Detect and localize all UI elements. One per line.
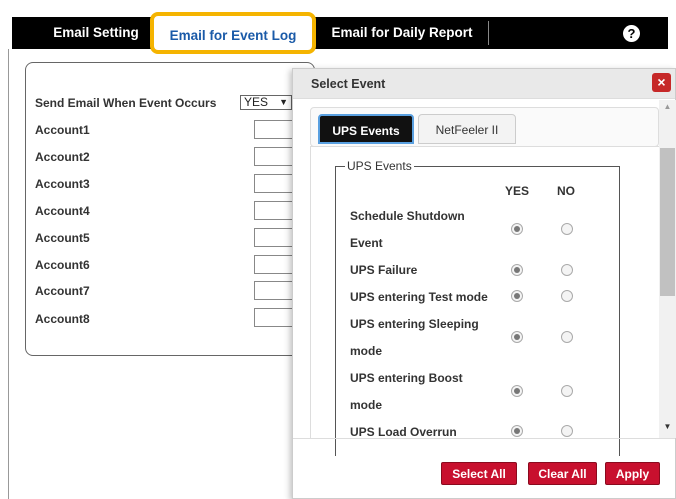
event-label: UPS entering Sleeping — [350, 317, 479, 331]
radio-yes[interactable] — [511, 385, 523, 397]
tab-email-setting[interactable]: Email Setting — [42, 17, 150, 49]
dialog-scrollbar[interactable]: ▲ ▼ — [659, 100, 676, 438]
chevron-down-icon: ▼ — [279, 97, 288, 107]
scrollbar-thumb[interactable] — [660, 148, 675, 296]
radio-no[interactable] — [561, 425, 573, 437]
top-tab-bar: Email Setting Email for Event Log Email … — [12, 12, 668, 54]
event-tabs: UPS Events NetFeeler II — [310, 107, 659, 147]
send-email-select[interactable]: YES ▼ — [240, 95, 292, 110]
event-label: mode — [350, 398, 383, 412]
account-input[interactable] — [254, 120, 294, 139]
radio-no[interactable] — [561, 385, 573, 397]
send-email-label: Send Email When Event Occurs — [35, 96, 217, 110]
apply-button[interactable]: Apply — [605, 462, 660, 485]
account-label: Account1 — [35, 123, 90, 137]
tabs-divider — [310, 146, 659, 147]
event-label: mode — [350, 344, 383, 358]
fieldset-legend: UPS Events — [345, 159, 414, 173]
scroll-up-icon[interactable]: ▲ — [659, 102, 676, 116]
clear-all-button[interactable]: Clear All — [528, 462, 597, 485]
account-label: Account3 — [35, 177, 90, 191]
account-input[interactable] — [254, 228, 294, 247]
dialog-header: Select Event × — [293, 69, 675, 99]
tab-divider — [488, 21, 489, 45]
tab-email-for-event-log[interactable]: Email for Event Log — [150, 12, 316, 54]
panel-border — [8, 49, 9, 499]
column-header-yes: YES — [505, 184, 530, 198]
account-input[interactable] — [254, 201, 294, 220]
event-label: UPS Failure — [350, 263, 418, 277]
radio-no[interactable] — [561, 290, 573, 302]
scroll-down-icon[interactable]: ▼ — [659, 422, 676, 436]
account-input[interactable] — [254, 174, 294, 193]
account-input[interactable] — [254, 308, 294, 327]
tab-email-for-daily-report[interactable]: Email for Daily Report — [316, 17, 488, 49]
radio-yes[interactable] — [511, 223, 523, 235]
account-label: Account8 — [35, 312, 90, 326]
event-label: UPS entering Test mode — [350, 290, 488, 304]
radio-yes[interactable] — [511, 331, 523, 343]
radio-no[interactable] — [561, 331, 573, 343]
radio-no[interactable] — [561, 264, 573, 276]
account-label: Account6 — [35, 258, 90, 272]
account-input[interactable] — [254, 255, 294, 274]
account-label: Account7 — [35, 284, 90, 298]
send-email-value: YES — [244, 95, 269, 109]
select-all-button[interactable]: Select All — [441, 462, 517, 485]
radio-yes[interactable] — [511, 264, 523, 276]
help-icon[interactable]: ? — [623, 25, 640, 42]
tab-netfeeler-ii[interactable]: NetFeeler II — [418, 114, 516, 144]
account-input[interactable] — [254, 147, 294, 166]
content-border — [310, 147, 311, 439]
column-header-no: NO — [557, 184, 575, 198]
radio-no[interactable] — [561, 223, 573, 235]
event-label: UPS entering Boost — [350, 371, 463, 385]
select-event-dialog: Select Event × ▲ ▼ UPS Events NetFeeler … — [292, 68, 676, 499]
account-label: Account5 — [35, 231, 90, 245]
radio-yes[interactable] — [511, 425, 523, 437]
account-label: Account4 — [35, 204, 90, 218]
radio-yes[interactable] — [511, 290, 523, 302]
account-input[interactable] — [254, 281, 294, 300]
dialog-title: Select Event — [311, 77, 386, 91]
event-label: UPS Load Overrun — [350, 425, 457, 439]
event-label: Schedule Shutdown — [350, 209, 465, 223]
dialog-footer-divider — [293, 438, 675, 439]
account-label: Account2 — [35, 150, 90, 164]
tab-ups-events[interactable]: UPS Events — [318, 114, 414, 144]
event-label: Event — [350, 236, 383, 250]
close-icon[interactable]: × — [652, 73, 671, 92]
